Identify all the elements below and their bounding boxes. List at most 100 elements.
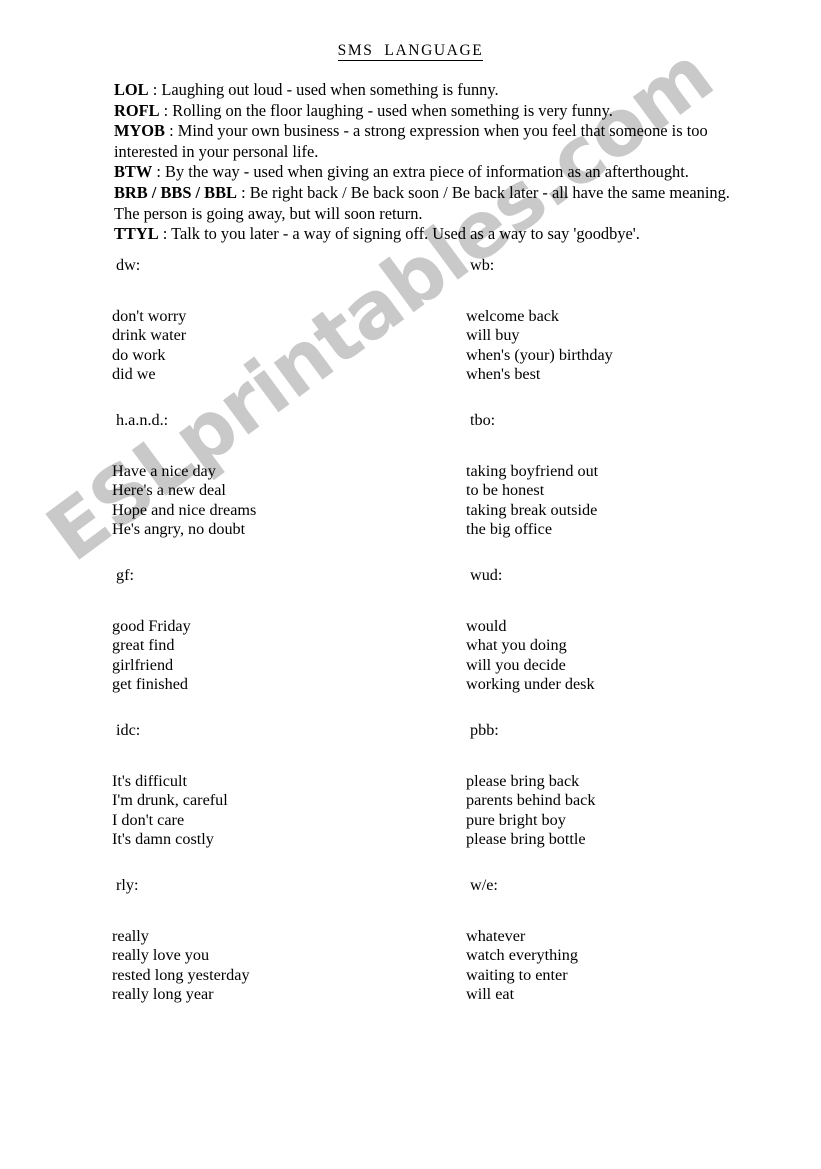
abbreviation-meaning: do work — [112, 345, 166, 364]
intro-entry-abbreviation: BTW — [114, 162, 153, 182]
abbreviation-meaning: really long year — [112, 985, 214, 1004]
abbreviation-meaning: please bring back — [466, 772, 580, 790]
abbreviation-meaning: Here's a new deal — [112, 481, 226, 500]
abbreviation-meaning: It's difficult — [112, 772, 188, 790]
abbreviation-meaning: good Friday — [112, 617, 191, 635]
abbreviation-group: rly: really really love you rested long yes… — [0, 875, 821, 1030]
abbreviation-column-left: dw: don't worry drink water do work did we — [112, 255, 442, 385]
intro-entry-definition: By the way - used when giving an extra p… — [165, 162, 689, 182]
abbreviation-groups: dw: don't worry drink water do work did we wb… — [0, 255, 821, 1030]
abbreviation-meaning: watch everything — [466, 946, 578, 965]
abbreviation-meaning: will you decide — [466, 655, 566, 674]
abbreviation-meaning-list: whatever watch everything waiting to enter… — [466, 927, 796, 1005]
abbreviation-meaning: pure bright boy — [466, 810, 566, 829]
abbreviation-meaning: Hope and nice dreams — [112, 500, 257, 519]
abbreviation-meaning: parents behind back — [466, 791, 596, 810]
abbreviation-meaning: when's best — [466, 365, 541, 384]
abbreviation-column-left: gf: good Friday great find girlfriend get fi… — [112, 565, 442, 695]
abbreviation-meaning-list: would what you doing will you decide workin… — [466, 617, 796, 695]
intro-entry-separator: : — [165, 121, 178, 141]
intro-entry-separator: : — [148, 80, 162, 99]
abbreviation-column-left: h.a.n.d.: Have a nice day Here's a new dea… — [112, 410, 442, 540]
abbreviation-header: rly: — [116, 876, 139, 894]
abbreviation-header: wb: — [470, 256, 495, 274]
intro-entry-abbreviation: LOL — [114, 80, 149, 99]
abbreviation-meaning: when's (your) birthday — [466, 345, 613, 364]
intro-entry-separator: : — [158, 224, 172, 244]
abbreviation-group: idc: It's difficult I'm drunk, careful I do… — [0, 720, 821, 875]
intro-definitions-block: LOL : Laughing out loud - used when some… — [114, 80, 754, 245]
abbreviation-meaning: It's damn costly — [112, 830, 214, 849]
worksheet-page: ESLprintables.com SMS LANGUAGE LOL : Lau… — [0, 0, 821, 1169]
intro-entry: TTYL : Talk to you later - a way of sign… — [114, 224, 754, 245]
abbreviation-meaning: the big office — [466, 520, 553, 539]
abbreviation-meaning-list: don't worry drink water do work did we — [112, 307, 442, 385]
abbreviation-meaning: rested long yesterday — [112, 965, 250, 984]
abbreviation-meaning: Have a nice day — [112, 462, 216, 480]
abbreviation-meaning: taking boyfriend out — [466, 462, 599, 480]
intro-entry-separator: : — [159, 100, 173, 120]
abbreviation-header: h.a.n.d.: — [116, 411, 169, 429]
abbreviation-column-left: idc: It's difficult I'm drunk, careful I do… — [112, 720, 442, 850]
intro-entry: MYOB : Mind your own business - a strong… — [114, 121, 754, 162]
abbreviation-column-right: pbb: please bring back parents behind back… — [466, 720, 796, 850]
abbreviation-group: gf: good Friday great find girlfriend get fi… — [0, 565, 821, 720]
page-title: SMS LANGUAGE — [0, 42, 821, 61]
abbreviation-column-right: w/e: whatever watch everything waiting to e… — [466, 875, 796, 1005]
intro-entry: LOL : Laughing out loud - used when some… — [114, 80, 754, 101]
intro-entry: BTW : By the way - used when giving an e… — [114, 162, 754, 183]
abbreviation-meaning-list: taking boyfriend out to be honest taking b… — [466, 462, 796, 540]
abbreviation-meaning: would — [466, 617, 507, 635]
abbreviation-column-right: tbo: taking boyfriend out to be honest taki… — [466, 410, 796, 540]
abbreviation-meaning: will buy — [466, 326, 520, 345]
abbreviation-meaning: whatever — [466, 927, 526, 945]
abbreviation-meaning: please bring bottle — [466, 830, 586, 849]
intro-entry-definition: Rolling on the floor laughing - used whe… — [172, 100, 613, 120]
abbreviation-header: w/e: — [470, 876, 498, 894]
abbreviation-meaning: taking break outside — [466, 500, 598, 519]
abbreviation-meaning: welcome back — [466, 307, 560, 325]
abbreviation-meaning-list: please bring back parents behind back pure… — [466, 772, 796, 850]
intro-entry-definition: Laughing out loud - used when something … — [161, 80, 499, 99]
abbreviation-meaning-list: Have a nice day Here's a new deal Hope and… — [112, 462, 442, 540]
intro-entry: BRB / BBS / BBL : Be right back / Be bac… — [114, 183, 754, 224]
intro-entry-abbreviation: ROFL — [114, 100, 160, 120]
abbreviation-column-left: rly: really really love you rested long yes… — [112, 875, 442, 1005]
intro-entry-abbreviation: BRB / BBS / BBL — [114, 182, 237, 202]
intro-entry: ROFL : Rolling on the floor laughing - u… — [114, 101, 754, 122]
intro-entry-separator: : — [236, 182, 250, 202]
intro-entry-separator: : — [152, 162, 166, 182]
abbreviation-meaning-list: good Friday great find girlfriend get finis… — [112, 617, 442, 695]
abbreviation-meaning: I'm drunk, careful — [112, 791, 228, 810]
abbreviation-group: dw: don't worry drink water do work did we wb… — [0, 255, 821, 410]
abbreviation-header: idc: — [116, 721, 141, 739]
abbreviation-meaning: get finished — [112, 675, 188, 694]
abbreviation-meaning-list: It's difficult I'm drunk, careful I don't … — [112, 772, 442, 850]
abbreviation-column-right: wud: would what you doing will you decide wo… — [466, 565, 796, 695]
abbreviation-meaning: I don't care — [112, 810, 185, 829]
abbreviation-column-right: wb: welcome back will buy when's (your) bir… — [466, 255, 796, 385]
abbreviation-meaning: did we — [112, 365, 156, 384]
abbreviation-meaning: really love you — [112, 946, 210, 965]
abbreviation-meaning-list: really really love you rested long yesterd… — [112, 927, 442, 1005]
abbreviation-meaning: what you doing — [466, 636, 567, 655]
abbreviation-meaning: will eat — [466, 985, 515, 1004]
abbreviation-meaning-list: welcome back will buy when's (your) birthd… — [466, 307, 796, 385]
abbreviation-header: wud: — [470, 566, 503, 584]
abbreviation-meaning: to be honest — [466, 481, 545, 500]
abbreviation-header: pbb: — [470, 721, 499, 739]
abbreviation-meaning: working under desk — [466, 675, 595, 694]
intro-entry-definition: Mind your own business - a strong expres… — [114, 121, 708, 161]
intro-entry-abbreviation: MYOB — [114, 121, 165, 141]
abbreviation-meaning: girlfriend — [112, 655, 174, 674]
abbreviation-meaning: really — [112, 927, 149, 945]
abbreviation-header: dw: — [116, 256, 141, 274]
intro-entry-abbreviation: TTYL — [114, 224, 159, 244]
abbreviation-header: gf: — [116, 566, 134, 584]
abbreviation-meaning: He's angry, no doubt — [112, 520, 246, 539]
abbreviation-header: tbo: — [470, 411, 496, 429]
intro-entry-definition: Talk to you later - a way of signing off… — [171, 224, 640, 244]
abbreviation-meaning: waiting to enter — [466, 965, 568, 984]
abbreviation-group: h.a.n.d.: Have a nice day Here's a new dea… — [0, 410, 821, 565]
abbreviation-meaning: don't worry — [112, 307, 187, 325]
